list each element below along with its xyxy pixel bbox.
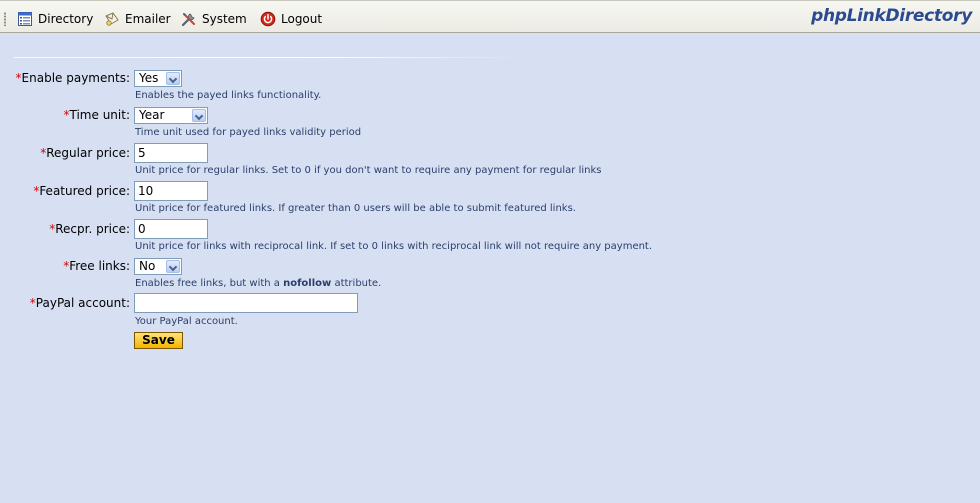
logout-power-icon — [260, 11, 276, 27]
recpr-price-input[interactable]: 0 — [134, 219, 208, 239]
chevron-down-icon[interactable] — [166, 72, 180, 85]
time-unit-label: *Time unit: — [63, 108, 130, 122]
chevron-down-icon[interactable] — [166, 260, 180, 273]
paypal-account-input[interactable] — [134, 293, 358, 313]
menu-item-emailer[interactable]: Emailer — [104, 10, 171, 28]
enable-payments-help: Enables the payed links functionality. — [135, 90, 322, 101]
brand-logo: phpLinkDirectory — [811, 6, 972, 26]
save-button[interactable]: Save — [134, 332, 183, 349]
emailer-icon — [104, 11, 120, 27]
menu-item-logout[interactable]: Logout — [260, 10, 322, 28]
menu-label-system: System — [202, 12, 247, 26]
menu-label-logout: Logout — [281, 12, 323, 26]
chevron-down-icon[interactable] — [192, 109, 206, 122]
free-links-label: *Free links: — [63, 259, 130, 273]
regular-price-input[interactable]: 5 — [134, 143, 208, 163]
menu-item-system[interactable]: System — [181, 10, 247, 28]
enable-payments-value: Yes — [139, 71, 159, 85]
enable-payments-label: *Enable payments: — [15, 71, 130, 85]
nofollow-keyword: nofollow — [283, 278, 332, 289]
time-unit-value: Year — [139, 108, 165, 122]
separator-line — [14, 57, 524, 58]
menu-label-emailer: Emailer — [125, 12, 171, 26]
enable-payments-select[interactable]: Yes — [134, 70, 182, 87]
paypal-account-help: Your PayPal account. — [135, 316, 238, 327]
free-links-value: No — [139, 259, 156, 273]
menu-label-directory: Directory — [38, 12, 94, 26]
directory-icon — [17, 11, 33, 27]
paypal-account-label: *PayPal account: — [29, 296, 130, 310]
free-links-select[interactable]: No — [134, 258, 182, 275]
top-menu-bar: Directory Emailer System Logout phpLinkD… — [0, 0, 980, 33]
time-unit-help: Time unit used for payed links validity … — [135, 127, 362, 138]
system-tools-icon — [181, 11, 197, 27]
toolbar-grip — [4, 12, 6, 26]
featured-price-label: *Featured price: — [33, 184, 130, 198]
featured-price-help: Unit price for featured links. If greate… — [135, 203, 576, 214]
featured-price-input[interactable]: 10 — [134, 181, 208, 201]
menu-item-directory[interactable]: Directory — [17, 10, 93, 28]
time-unit-select[interactable]: Year — [134, 107, 208, 124]
regular-price-help: Unit price for regular links. Set to 0 i… — [135, 165, 602, 176]
recpr-price-label: *Recpr. price: — [49, 222, 130, 236]
regular-price-label: *Regular price: — [40, 146, 130, 160]
free-links-help: Enables free links, but with a nofollow … — [135, 278, 382, 289]
recpr-price-help: Unit price for links with reciprocal lin… — [135, 241, 653, 252]
